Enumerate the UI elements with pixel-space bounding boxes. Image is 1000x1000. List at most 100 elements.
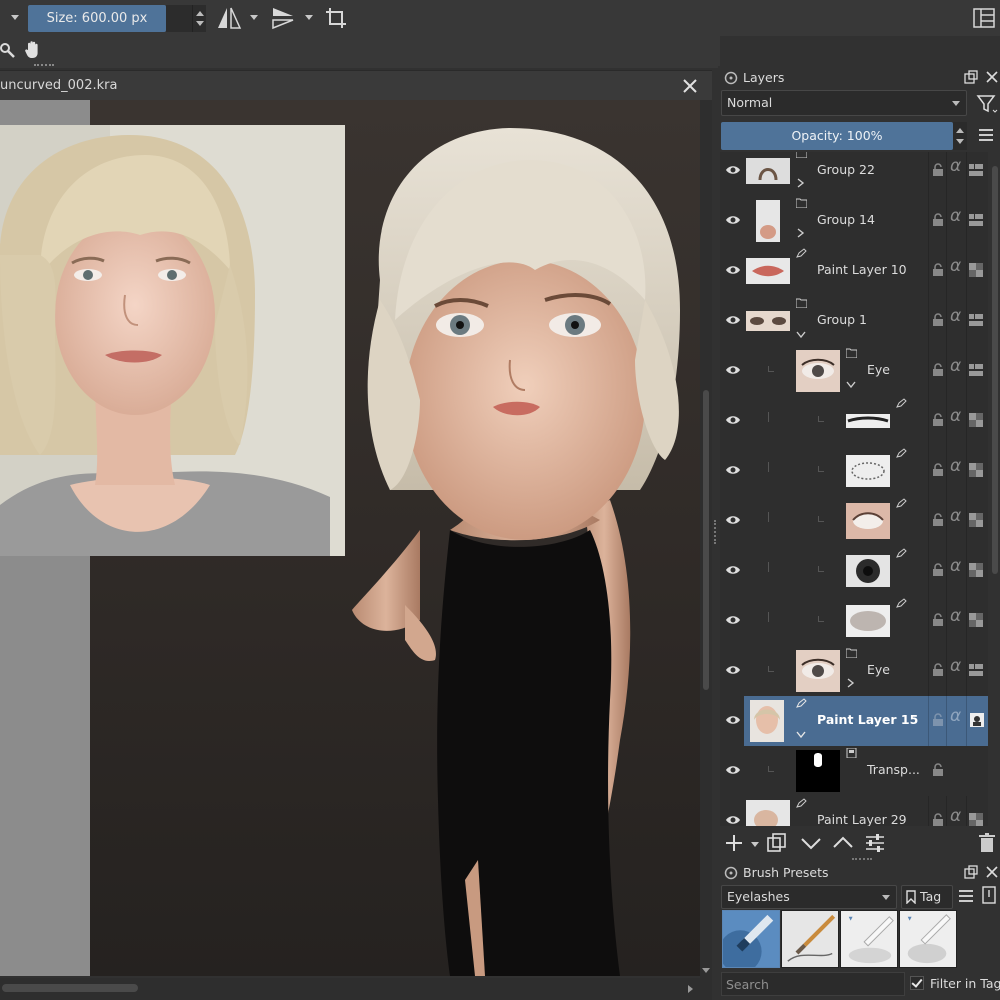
inherit-alpha-active-icon[interactable]: [970, 713, 984, 727]
move-layer-up-icon[interactable]: [832, 833, 854, 853]
layer-row[interactable]: Group 1 α: [720, 296, 988, 346]
alpha-lock-icon[interactable]: α: [950, 556, 961, 576]
close-icon[interactable]: [985, 865, 999, 879]
brush-preset[interactable]: [899, 910, 957, 968]
lock-docker-icon[interactable]: [724, 866, 738, 880]
wrap-around-icon[interactable]: [324, 5, 348, 31]
lock-icon[interactable]: [932, 313, 944, 326]
layer-row-selected[interactable]: Paint Layer 15 α: [744, 696, 988, 746]
eye-icon[interactable]: [725, 563, 741, 577]
alpha-lock-icon[interactable]: α: [950, 606, 961, 626]
brush-options-dropdown-arrow[interactable]: [11, 15, 19, 20]
alpha-lock-icon[interactable]: α: [950, 406, 961, 426]
layer-row[interactable]: α: [720, 596, 988, 646]
float-docker-icon[interactable]: [964, 865, 978, 879]
lock-icon[interactable]: [932, 163, 944, 176]
pass-through-icon[interactable]: [969, 363, 983, 377]
docker-grip[interactable]: [852, 858, 872, 860]
zoom-tool-icon[interactable]: [0, 42, 16, 58]
canvas-horizontal-scrollbar[interactable]: [0, 978, 712, 1000]
lock-icon[interactable]: [932, 413, 944, 426]
chevron-down-icon[interactable]: [796, 730, 806, 740]
pass-through-icon[interactable]: [969, 213, 983, 227]
inherit-alpha-icon[interactable]: [969, 813, 983, 826]
workspace-chooser-icon[interactable]: [972, 5, 996, 31]
layer-row[interactable]: Eye α: [720, 646, 988, 696]
menu-icon[interactable]: [978, 128, 994, 142]
brush-tag-select[interactable]: Eyelashes: [721, 885, 897, 909]
alpha-lock-icon[interactable]: α: [950, 806, 961, 826]
mirror-horizontal-icon[interactable]: [216, 5, 242, 31]
lock-docker-icon[interactable]: [724, 71, 738, 85]
lock-icon[interactable]: [932, 513, 944, 526]
layer-row[interactable]: Paint Layer 29 α: [720, 796, 988, 826]
brush-size-slider-track[interactable]: [166, 5, 192, 32]
lock-icon[interactable]: [932, 363, 944, 376]
alpha-lock-icon[interactable]: α: [950, 356, 961, 376]
delete-layer-icon[interactable]: [976, 833, 998, 853]
eye-icon[interactable]: [725, 663, 741, 677]
inherit-alpha-icon[interactable]: [969, 613, 983, 627]
eye-icon[interactable]: [725, 613, 741, 627]
add-layer-options-arrow[interactable]: [751, 842, 759, 847]
inherit-alpha-icon[interactable]: [969, 513, 983, 527]
eye-icon[interactable]: [725, 313, 741, 327]
lock-icon[interactable]: [932, 713, 944, 726]
pass-through-icon[interactable]: [969, 313, 983, 327]
eye-icon[interactable]: [725, 213, 741, 227]
layer-row[interactable]: Transp...: [720, 746, 988, 796]
chevron-right-icon[interactable]: [796, 178, 806, 188]
eye-icon[interactable]: [725, 713, 741, 727]
eye-icon[interactable]: [725, 463, 741, 477]
eye-icon[interactable]: [725, 263, 741, 277]
brush-size-field[interactable]: Size: 600.00 px: [28, 5, 166, 32]
move-layer-down-icon[interactable]: [800, 833, 822, 853]
pass-through-icon[interactable]: [969, 663, 983, 677]
add-layer-icon[interactable]: [724, 833, 746, 853]
alpha-lock-icon[interactable]: α: [950, 656, 961, 676]
chevron-right-icon[interactable]: [846, 678, 856, 688]
layer-row[interactable]: α: [720, 396, 988, 446]
eye-icon[interactable]: [725, 363, 741, 377]
alpha-lock-icon[interactable]: α: [950, 206, 961, 226]
alpha-lock-icon[interactable]: α: [950, 156, 961, 176]
chevron-down-icon[interactable]: [846, 380, 856, 390]
filter-icon[interactable]: [976, 94, 998, 114]
alpha-lock-icon[interactable]: α: [950, 306, 961, 326]
brush-preset-selected[interactable]: [722, 910, 780, 968]
pass-through-icon[interactable]: [969, 163, 983, 177]
duplicate-layer-icon[interactable]: [766, 833, 788, 853]
docker-splitter-handle[interactable]: [714, 520, 717, 544]
filter-in-tag-checkbox[interactable]: [910, 976, 924, 990]
eye-icon[interactable]: [725, 413, 741, 427]
lock-icon[interactable]: [932, 563, 944, 576]
float-docker-icon[interactable]: [964, 70, 978, 84]
chevron-right-icon[interactable]: [796, 228, 806, 238]
canvas-vertical-scrollbar[interactable]: [700, 100, 712, 980]
mirror-vertical-icon[interactable]: [270, 5, 296, 31]
close-icon[interactable]: [682, 78, 698, 94]
toolbar-grip[interactable]: [34, 64, 54, 66]
eye-icon[interactable]: [725, 813, 741, 826]
tag-button[interactable]: Tag: [901, 885, 953, 909]
eye-icon[interactable]: [725, 763, 741, 777]
mirror-horizontal-options-arrow[interactable]: [250, 15, 258, 20]
alpha-lock-icon[interactable]: α: [950, 456, 961, 476]
alpha-lock-icon[interactable]: α: [950, 506, 961, 526]
mirror-vertical-options-arrow[interactable]: [305, 15, 313, 20]
list-view-icon[interactable]: [958, 889, 974, 903]
layer-row[interactable]: α: [720, 546, 988, 596]
alpha-lock-icon[interactable]: α: [950, 256, 961, 276]
inherit-alpha-icon[interactable]: [969, 263, 983, 277]
inherit-alpha-icon[interactable]: [969, 463, 983, 477]
layer-row[interactable]: Group 14 α: [720, 196, 988, 246]
lock-icon[interactable]: [932, 463, 944, 476]
lock-icon[interactable]: [932, 213, 944, 226]
brush-preset[interactable]: [781, 910, 839, 968]
lock-icon[interactable]: [932, 813, 944, 826]
layer-row[interactable]: Group 22 α: [720, 152, 988, 196]
layer-row[interactable]: Paint Layer 10 α: [720, 246, 988, 296]
chevron-down-icon[interactable]: [796, 330, 806, 340]
layers-scrollbar[interactable]: [990, 152, 1000, 826]
inherit-alpha-icon[interactable]: [969, 413, 983, 427]
